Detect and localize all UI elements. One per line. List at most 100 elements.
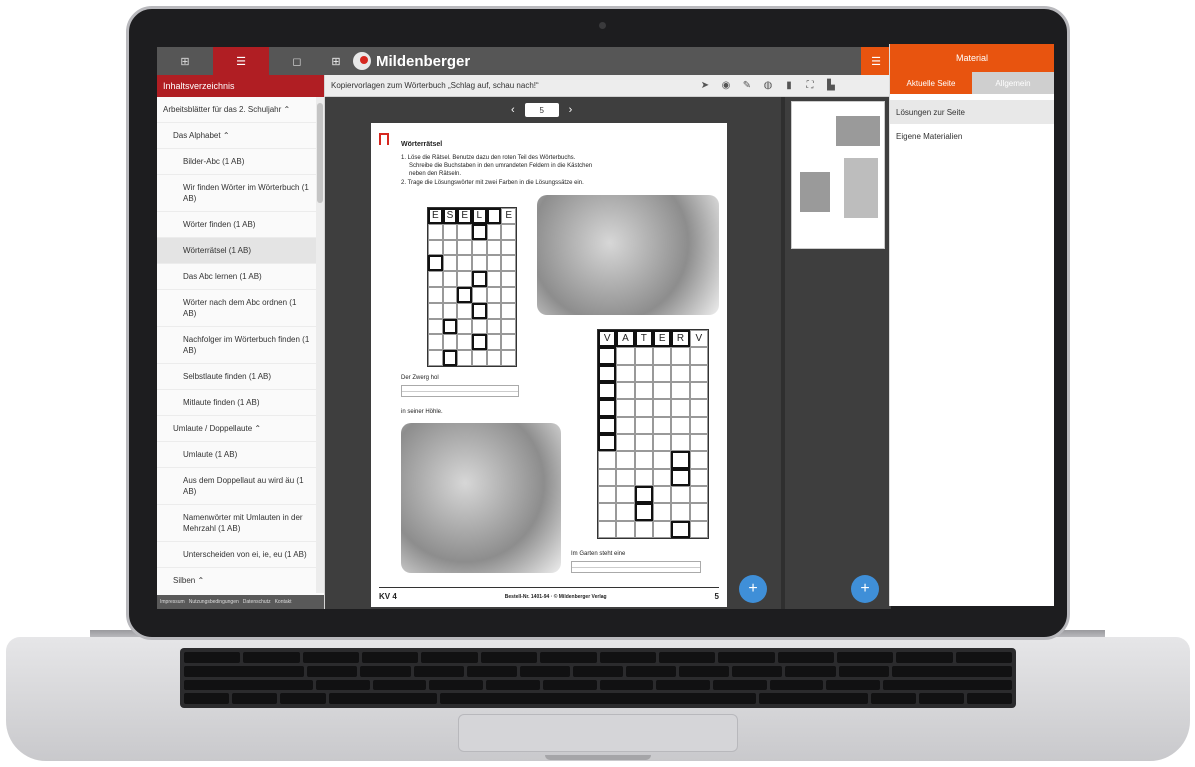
grid-cell[interactable]: R [671,330,690,348]
add-button[interactable]: + [851,575,879,603]
grid-cell[interactable] [634,347,653,365]
grid-cell[interactable] [442,302,458,319]
grid-cell[interactable] [457,271,472,287]
grid-cell[interactable]: E [428,208,443,224]
bookmark-icon[interactable]: ◻ [269,47,325,75]
grid-cell[interactable] [653,399,672,417]
grid-cell[interactable] [634,520,653,538]
grid-cell[interactable] [501,287,516,303]
grid-cell[interactable] [653,434,672,452]
grid-cell[interactable] [442,287,458,303]
sidebar-scrollbar[interactable] [316,97,324,593]
sidebar-item[interactable]: Nachfolger im Wörterbuch finden (1 AB) [157,327,317,364]
material-item-solutions[interactable]: Lösungen zur Seite [890,100,1054,124]
grid-cell[interactable] [486,334,502,351]
grid-cell[interactable] [486,239,502,256]
grid-cell[interactable]: L [472,208,487,224]
grid-cell[interactable]: S [442,208,458,224]
grid-cell[interactable] [634,399,653,417]
grid-cell[interactable] [653,520,672,538]
grid-icon[interactable]: ⊞ [157,47,213,75]
grid-cell[interactable] [689,382,708,400]
grid-cell[interactable] [501,302,516,319]
grid-cell[interactable] [653,382,672,400]
grid-cell[interactable] [634,416,653,434]
grid-cell[interactable] [428,318,443,335]
grid-cell[interactable] [671,451,690,469]
grid-cell[interactable] [442,350,458,366]
grid-cell[interactable] [689,503,708,521]
scrollbar-thumb[interactable] [317,103,323,203]
grid-cell[interactable] [616,486,635,504]
footer-link-privacy[interactable]: Datenschutz [243,599,271,605]
grid-cell[interactable] [671,486,690,504]
grid-cell[interactable] [616,399,635,417]
grid-cell[interactable] [616,451,635,469]
grid-cell[interactable] [634,486,653,504]
material-item-own[interactable]: Eigene Materialien [890,124,1054,148]
grid-cell[interactable] [486,255,502,272]
grid-cell[interactable] [428,287,443,303]
grid-cell[interactable] [486,350,502,366]
grid-cell[interactable] [486,287,502,303]
expand-icon[interactable]: ⛶ [804,80,816,91]
grid-cell[interactable] [442,255,458,272]
grid-cell[interactable] [501,239,516,256]
grid-cell[interactable] [616,468,635,486]
tab-general[interactable]: Allgemein [972,72,1054,94]
grid-cell[interactable] [457,334,472,351]
grid-cell[interactable] [689,399,708,417]
grid-cell[interactable]: V [598,330,617,348]
grid-cell[interactable]: T [634,330,653,348]
grid-cell[interactable] [634,451,653,469]
prev-page-button[interactable]: ‹ [511,104,515,116]
grid-cell[interactable] [671,468,690,486]
grid-cell[interactable] [457,287,472,303]
grid-cell[interactable] [472,302,487,319]
grid-cell[interactable] [428,271,443,287]
page-thumbnail[interactable] [791,101,885,249]
grid-cell[interactable] [472,318,487,335]
grid-cell[interactable] [598,416,617,434]
grid-cell[interactable] [598,451,617,469]
grid-cell[interactable] [634,382,653,400]
grid-cell[interactable] [472,350,487,366]
grid-cell[interactable] [671,382,690,400]
grid-cell[interactable] [689,434,708,452]
sidebar-item[interactable]: Wir finden Wörter im Wörterbuch (1 AB) [157,175,317,212]
grid-cell[interactable] [428,239,443,256]
grid-cell[interactable] [428,255,443,272]
grid-cell[interactable] [486,318,502,335]
material-toggle-icon[interactable]: ☰ [861,47,891,75]
grid-cell[interactable] [634,364,653,382]
sidebar-item[interactable]: Mitlaute finden (1 AB) [157,390,317,416]
grid-cell[interactable] [472,255,487,272]
grid-cell[interactable] [457,318,472,335]
grid-cell[interactable] [457,239,472,256]
grid-cell[interactable] [428,302,443,319]
grid-cell[interactable] [689,520,708,538]
grid-cell[interactable] [598,364,617,382]
grid-cell[interactable] [653,364,672,382]
grid-cell[interactable] [616,434,635,452]
grid-cell[interactable] [671,434,690,452]
file-icon[interactable]: ▙ [825,80,837,91]
grid-cell[interactable] [616,503,635,521]
grid-cell[interactable] [689,416,708,434]
grid-cell[interactable] [457,255,472,272]
grid-cell[interactable] [689,486,708,504]
grid-cell[interactable] [442,271,458,287]
grid-cell[interactable] [616,520,635,538]
grid-cell[interactable] [671,399,690,417]
next-page-button[interactable]: › [569,104,573,116]
grid-cell[interactable] [598,382,617,400]
add-button[interactable]: + [739,575,767,603]
sidebar-item[interactable]: Wörter nach dem Abc ordnen (1 AB) [157,290,317,327]
palette-icon[interactable]: ◍ [762,80,774,91]
grid-cell[interactable] [598,503,617,521]
sidebar-item[interactable]: Umlaute / Doppellaute ⌃ [157,416,317,442]
grid-cell[interactable]: E [653,330,672,348]
sidebar-item[interactable]: Aus dem Doppellaut au wird äu (1 AB) [157,468,317,505]
grid-cell[interactable] [653,503,672,521]
grid-cell[interactable] [472,239,487,256]
